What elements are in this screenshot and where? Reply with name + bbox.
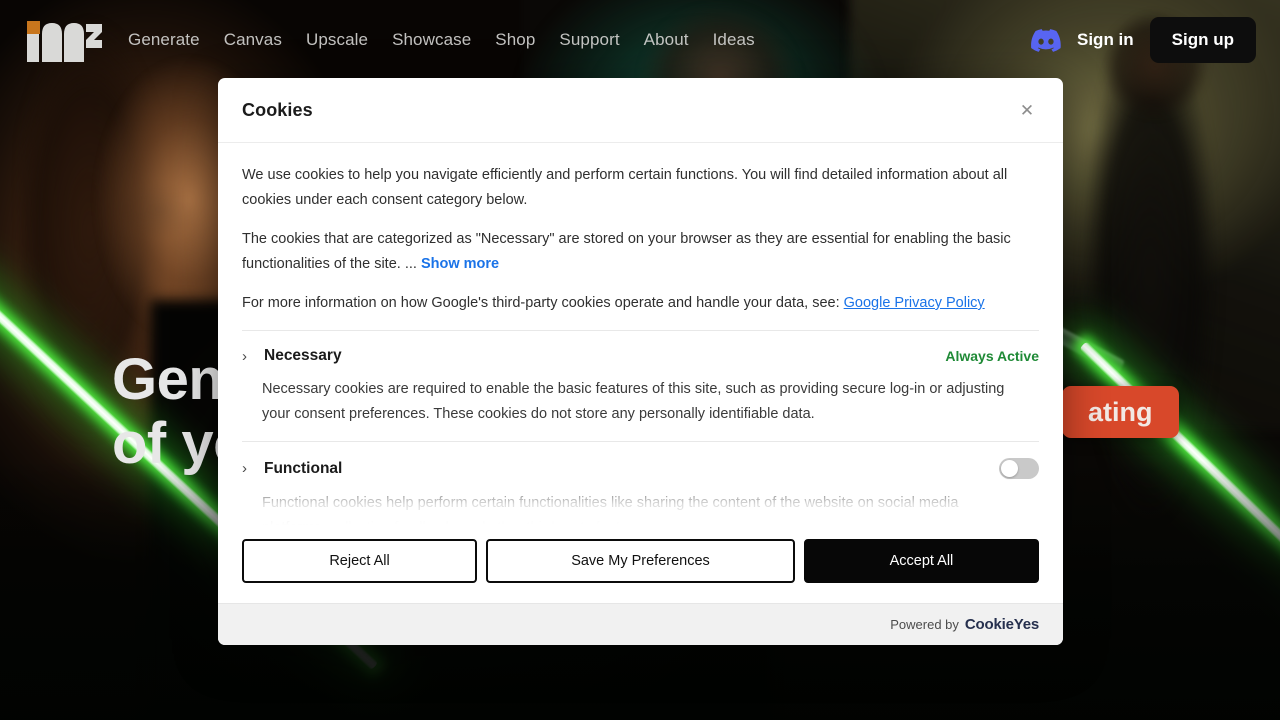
google-paragraph-text: For more information on how Google's thi… bbox=[242, 295, 844, 311]
cookie-google-paragraph: For more information on how Google's thi… bbox=[242, 291, 1039, 316]
nav-link-shop[interactable]: Shop bbox=[495, 30, 535, 50]
nav-link-support[interactable]: Support bbox=[559, 30, 619, 50]
close-icon[interactable]: ✕ bbox=[1015, 98, 1039, 122]
top-navigation-bar: Generate Canvas Upscale Showcase Shop Su… bbox=[0, 0, 1280, 80]
cookie-consent-dialog: Cookies ✕ We use cookies to help you nav… bbox=[218, 78, 1063, 645]
sign-up-button[interactable]: Sign up bbox=[1149, 17, 1256, 63]
dialog-title: Cookies bbox=[242, 99, 313, 120]
discord-icon[interactable] bbox=[1031, 28, 1061, 52]
toggle-functional-cookies[interactable] bbox=[999, 458, 1039, 479]
dialog-body: We use cookies to help you navigate effi… bbox=[218, 143, 1063, 525]
cookie-intro-paragraph: We use cookies to help you navigate effi… bbox=[242, 167, 1008, 208]
necessary-paragraph-text: The cookies that are categorized as "Nec… bbox=[242, 231, 1011, 272]
google-privacy-policy-link[interactable]: Google Privacy Policy bbox=[844, 295, 985, 311]
chevron-right-icon[interactable]: › bbox=[242, 349, 258, 364]
nav-link-showcase[interactable]: Showcase bbox=[392, 30, 471, 50]
save-preferences-button[interactable]: Save My Preferences bbox=[486, 539, 795, 583]
category-description-necessary: Necessary cookies are required to enable… bbox=[262, 381, 1005, 422]
nav-link-ideas[interactable]: Ideas bbox=[713, 30, 755, 50]
category-name-necessary: Necessary bbox=[264, 347, 342, 364]
site-logo[interactable] bbox=[24, 18, 102, 62]
nav-account-area: Sign in Sign up bbox=[1031, 17, 1256, 63]
show-more-link[interactable]: Show more bbox=[421, 256, 499, 272]
category-row-necessary[interactable]: › Necessary Always Active bbox=[242, 331, 1039, 369]
dialog-action-buttons: Reject All Save My Preferences Accept Al… bbox=[218, 525, 1063, 603]
hero-cta-button[interactable]: ating bbox=[1062, 386, 1179, 438]
functional-description-tail: collecting feedback, and other third-par… bbox=[326, 520, 652, 525]
nav-link-generate[interactable]: Generate bbox=[128, 30, 200, 50]
cookieyes-brand[interactable]: CookieYes bbox=[965, 616, 1039, 633]
nav-link-canvas[interactable]: Canvas bbox=[224, 30, 282, 50]
dialog-footer: Powered by CookieYes bbox=[218, 603, 1063, 645]
logo-glyph-icon bbox=[27, 23, 102, 62]
nav-link-about[interactable]: About bbox=[644, 30, 689, 50]
chevron-right-icon[interactable]: › bbox=[242, 461, 258, 476]
status-badge-always-active: Always Active bbox=[945, 348, 1039, 364]
accept-all-button[interactable]: Accept All bbox=[803, 539, 1039, 583]
primary-nav-links: Generate Canvas Upscale Showcase Shop Su… bbox=[128, 30, 755, 50]
category-row-functional[interactable]: › Functional bbox=[242, 442, 1039, 483]
category-name-functional: Functional bbox=[264, 459, 343, 477]
page-stage: Gene of yo ating Generate Canvas Upscale… bbox=[0, 0, 1280, 720]
sign-in-link[interactable]: Sign in bbox=[1077, 30, 1134, 50]
category-description-functional: Functional cookies help perform certain … bbox=[242, 483, 1039, 525]
cookie-necessary-paragraph: The cookies that are categorized as "Nec… bbox=[242, 227, 1039, 277]
powered-by-label: Powered by bbox=[890, 617, 959, 632]
toggle-knob bbox=[1001, 460, 1018, 477]
nav-link-upscale[interactable]: Upscale bbox=[306, 30, 368, 50]
reject-all-button[interactable]: Reject All bbox=[242, 539, 478, 583]
dialog-header: Cookies ✕ bbox=[218, 78, 1063, 143]
